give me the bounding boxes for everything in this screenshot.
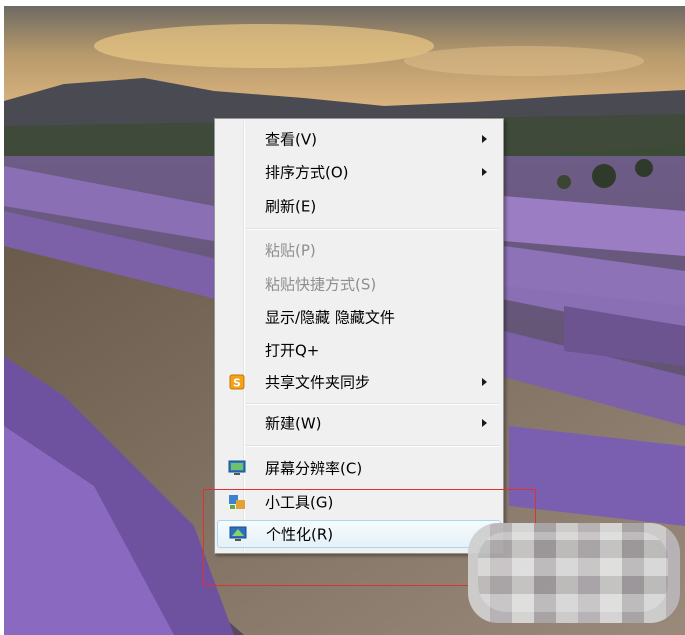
menu-item-label: 显示/隐藏 隐藏文件 (265, 308, 395, 327)
menu-separator (246, 403, 499, 405)
menu-item-shared-folder-sync[interactable]: S 共享文件夹同步 (217, 368, 501, 396)
menu-separator (246, 228, 499, 230)
menu-item-show-hide-hidden-files[interactable]: 显示/隐藏 隐藏文件 (217, 303, 501, 331)
menu-item-screen-resolution[interactable]: 屏幕分辨率(C) (217, 454, 501, 482)
menu-item-label: 刷新(E) (265, 197, 317, 216)
menu-item-paste: 粘贴(P) (217, 236, 501, 264)
menu-item-label: 共享文件夹同步 (265, 373, 371, 392)
menu-item-label: 屏幕分辨率(C) (265, 459, 363, 478)
menu-item-sort-by[interactable]: 排序方式(O) (217, 158, 501, 186)
monitor-icon (228, 459, 246, 477)
submenu-arrow-icon (482, 168, 487, 176)
menu-item-label: 粘贴快捷方式(S) (265, 275, 377, 294)
menu-item-label: 新建(W) (265, 414, 322, 433)
pixelated-watermark-overlay (478, 532, 668, 612)
menu-item-label: 查看(V) (265, 130, 317, 149)
svg-text:S: S (233, 377, 241, 390)
submenu-arrow-icon (482, 378, 487, 386)
menu-item-label: 排序方式(O) (265, 163, 349, 182)
submenu-arrow-icon (482, 419, 487, 427)
menu-item-open-qplus[interactable]: 打开Q+ (217, 336, 501, 364)
submenu-arrow-icon (482, 135, 487, 143)
menu-item-paste-shortcut: 粘贴快捷方式(S) (217, 270, 501, 298)
menu-separator (246, 445, 499, 447)
menu-item-new[interactable]: 新建(W) (217, 409, 501, 437)
sync-s-icon: S (228, 373, 246, 391)
menu-item-label: 粘贴(P) (265, 241, 316, 260)
menu-item-view[interactable]: 查看(V) (217, 125, 501, 153)
menu-item-refresh[interactable]: 刷新(E) (217, 192, 501, 220)
menu-item-label: 打开Q+ (265, 341, 320, 360)
